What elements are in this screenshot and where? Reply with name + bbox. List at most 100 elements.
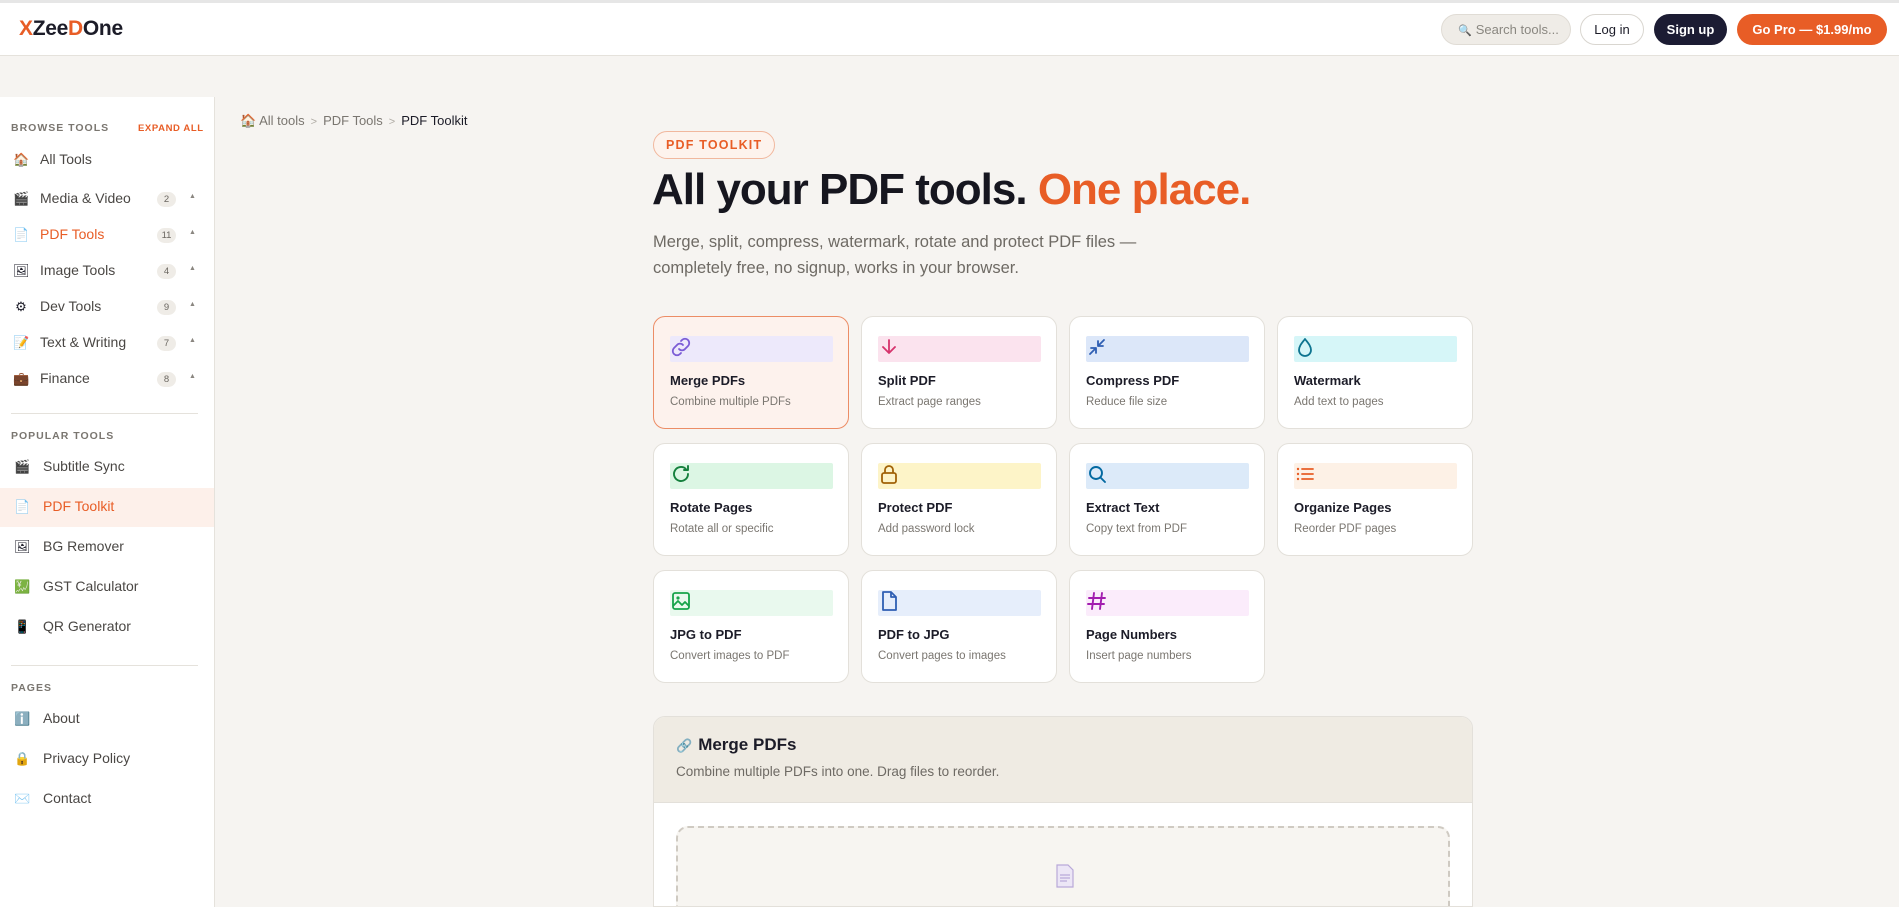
logo[interactable]: XZeeDOne <box>19 17 123 41</box>
sidebar-item-gst-calculator[interactable]: 💹 GST Calculator <box>0 568 214 607</box>
tool-card-desc: Add text to pages <box>1294 396 1384 408</box>
sidebar-item-pdf-tools[interactable]: 📄 PDF Tools 11 ▲ <box>0 220 215 250</box>
hash-icon <box>1087 592 1106 610</box>
sidebar-item-label: GST Calculator <box>43 578 139 594</box>
tool-card-rotate-pages[interactable]: Rotate Pages Rotate all or specific <box>653 443 849 556</box>
pencil-icon: 📝 <box>13 335 30 350</box>
tool-card-organize-pages[interactable]: Organize Pages Reorder PDF pages <box>1277 443 1473 556</box>
sidebar-item-subtitle-sync[interactable]: 🎬 Subtitle Sync <box>0 448 214 487</box>
image-icon <box>672 592 690 610</box>
logo-part-zee: Zee <box>32 17 69 40</box>
link-icon <box>671 337 691 357</box>
sidebar-item-text-writing[interactable]: 📝 Text & Writing 7 ▲ <box>0 328 215 358</box>
tool-card-extract-text[interactable]: Extract Text Copy text from PDF <box>1069 443 1265 556</box>
tool-card-desc: Reorder PDF pages <box>1294 523 1397 535</box>
sidebar: BROWSE TOOLS EXPAND ALL 🏠 All Tools 🎬 Me… <box>0 97 215 907</box>
sidebar-item-label: Media & Video <box>40 190 131 206</box>
chevron-icon[interactable]: ▲ <box>189 265 196 272</box>
sidebar-item-pdf-toolkit[interactable]: 📄 PDF Toolkit <box>0 488 214 527</box>
list-icon <box>1296 467 1314 481</box>
tool-card-title: Watermark <box>1294 373 1361 388</box>
count-badge: 8 <box>157 372 176 387</box>
card-accent-band <box>1294 463 1457 489</box>
go-pro-button[interactable]: Go Pro — $1.99/mo <box>1737 14 1887 45</box>
sidebar-item-media-video[interactable]: 🎬 Media & Video 2 ▲ <box>0 184 215 214</box>
compress-icon <box>1089 339 1105 355</box>
sidebar-item-image-tools[interactable]: 🖼 Image Tools 4 ▲ <box>0 256 215 286</box>
sidebar-item-label: BG Remover <box>43 538 124 554</box>
link-icon: 🔗 <box>676 738 693 753</box>
count-badge: 2 <box>157 192 176 207</box>
breadcrumb-separator: > <box>310 116 318 128</box>
sidebar-item-finance[interactable]: 💼 Finance 8 ▲ <box>0 364 215 394</box>
tool-card-protect-pdf[interactable]: Protect PDF Add password lock <box>861 443 1057 556</box>
sidebar-item-bg-remover[interactable]: 🖼 BG Remover <box>0 528 214 567</box>
sidebar-item-label: Privacy Policy <box>43 750 131 766</box>
tool-card-split-pdf[interactable]: Split PDF Extract page ranges <box>861 316 1057 429</box>
card-accent-band <box>670 463 833 489</box>
signup-button[interactable]: Sign up <box>1654 14 1727 45</box>
chevron-icon[interactable]: ▲ <box>189 373 196 380</box>
sidebar-item-qr-generator[interactable]: 📱 QR Generator <box>0 608 214 647</box>
document-icon: 📄 <box>13 227 30 242</box>
sidebar-item-label: About <box>43 710 80 726</box>
chevron-icon[interactable]: ▲ <box>189 337 196 344</box>
tool-card-title: Protect PDF <box>878 500 953 515</box>
count-badge: 4 <box>157 264 176 279</box>
search-icon: 🔍 <box>1458 25 1472 37</box>
search-placeholder: Search tools... <box>1475 22 1559 37</box>
sidebar-item-contact[interactable]: ✉️ Contact <box>0 780 214 819</box>
sidebar-divider <box>11 665 198 666</box>
breadcrumb: 🏠 All tools > PDF Tools > PDF Toolkit <box>240 113 467 129</box>
tool-card-title: JPG to PDF <box>670 627 742 642</box>
briefcase-icon: 💼 <box>13 371 30 386</box>
search-icon <box>1089 466 1106 483</box>
tool-card-desc: Reduce file size <box>1086 396 1168 408</box>
logo-part-one: One <box>82 17 123 40</box>
tool-card-title: Merge PDFs <box>670 373 746 388</box>
panel-title: 🔗 Merge PDFs <box>676 735 796 755</box>
tool-card-merge-pdfs[interactable]: Merge PDFs Combine multiple PDFs <box>653 316 849 429</box>
sidebar-item-all-tools[interactable]: 🏠 All Tools <box>0 145 215 175</box>
chevron-icon[interactable]: ▲ <box>189 193 196 200</box>
tool-card-title: Page Numbers <box>1086 627 1178 642</box>
browse-tools-heading: BROWSE TOOLS <box>11 122 110 134</box>
tool-card-watermark[interactable]: Watermark Add text to pages <box>1277 316 1473 429</box>
expand-all-button[interactable]: EXPAND ALL <box>138 123 204 134</box>
tool-card-desc: Insert page numbers <box>1086 650 1192 662</box>
breadcrumb-pdf-tools[interactable]: PDF Tools <box>323 113 383 128</box>
tool-card-desc: Extract page ranges <box>878 396 981 408</box>
house-icon: 🏠 <box>13 152 30 167</box>
tool-card-desc: Combine multiple PDFs <box>670 396 791 408</box>
sidebar-item-label: Dev Tools <box>40 298 102 314</box>
top-header: XZeeDOne 🔍 Search tools... Log in Sign up… <box>0 3 1899 56</box>
search-input[interactable]: 🔍 Search tools... <box>1441 14 1571 45</box>
tool-card-title: Compress PDF <box>1086 373 1180 388</box>
card-accent-band <box>878 336 1041 362</box>
sidebar-item-dev-tools[interactable]: ⚙ Dev Tools 9 ▲ <box>0 292 215 322</box>
breadcrumb-all-tools[interactable]: All tools <box>259 113 305 128</box>
sidebar-item-privacy-policy[interactable]: 🔒 Privacy Policy <box>0 740 214 779</box>
phone-icon: 📱 <box>14 619 31 634</box>
file-dropzone[interactable] <box>676 826 1450 906</box>
chevron-icon[interactable]: ▲ <box>189 229 196 236</box>
chevron-icon[interactable]: ▲ <box>189 301 196 308</box>
tool-card-compress-pdf[interactable]: Compress PDF Reduce file size <box>1069 316 1265 429</box>
login-button[interactable]: Log in <box>1580 14 1644 45</box>
sidebar-item-label: PDF Tools <box>40 226 105 242</box>
tool-card-desc: Copy text from PDF <box>1086 523 1187 535</box>
sidebar-item-label: Text & Writing <box>40 334 127 350</box>
tool-card-jpg-to-pdf[interactable]: JPG to PDF Convert images to PDF <box>653 570 849 683</box>
lock-icon <box>881 465 897 484</box>
tool-card-page-numbers[interactable]: Page Numbers Insert page numbers <box>1069 570 1265 683</box>
panel-subtitle: Combine multiple PDFs into one. Drag fil… <box>676 764 1000 779</box>
tool-card-title: Split PDF <box>878 373 936 388</box>
card-accent-band <box>670 336 833 362</box>
tool-card-pdf-to-jpg[interactable]: PDF to JPG Convert pages to images <box>861 570 1057 683</box>
file-icon <box>882 591 897 611</box>
tool-card-title: Rotate Pages <box>670 500 753 515</box>
panel-header: 🔗 Merge PDFs Combine multiple PDFs into o… <box>654 717 1472 803</box>
sidebar-item-about[interactable]: ℹ️ About <box>0 700 214 739</box>
sidebar-item-label: All Tools <box>40 151 92 167</box>
picture-icon: 🖼 <box>14 539 31 554</box>
